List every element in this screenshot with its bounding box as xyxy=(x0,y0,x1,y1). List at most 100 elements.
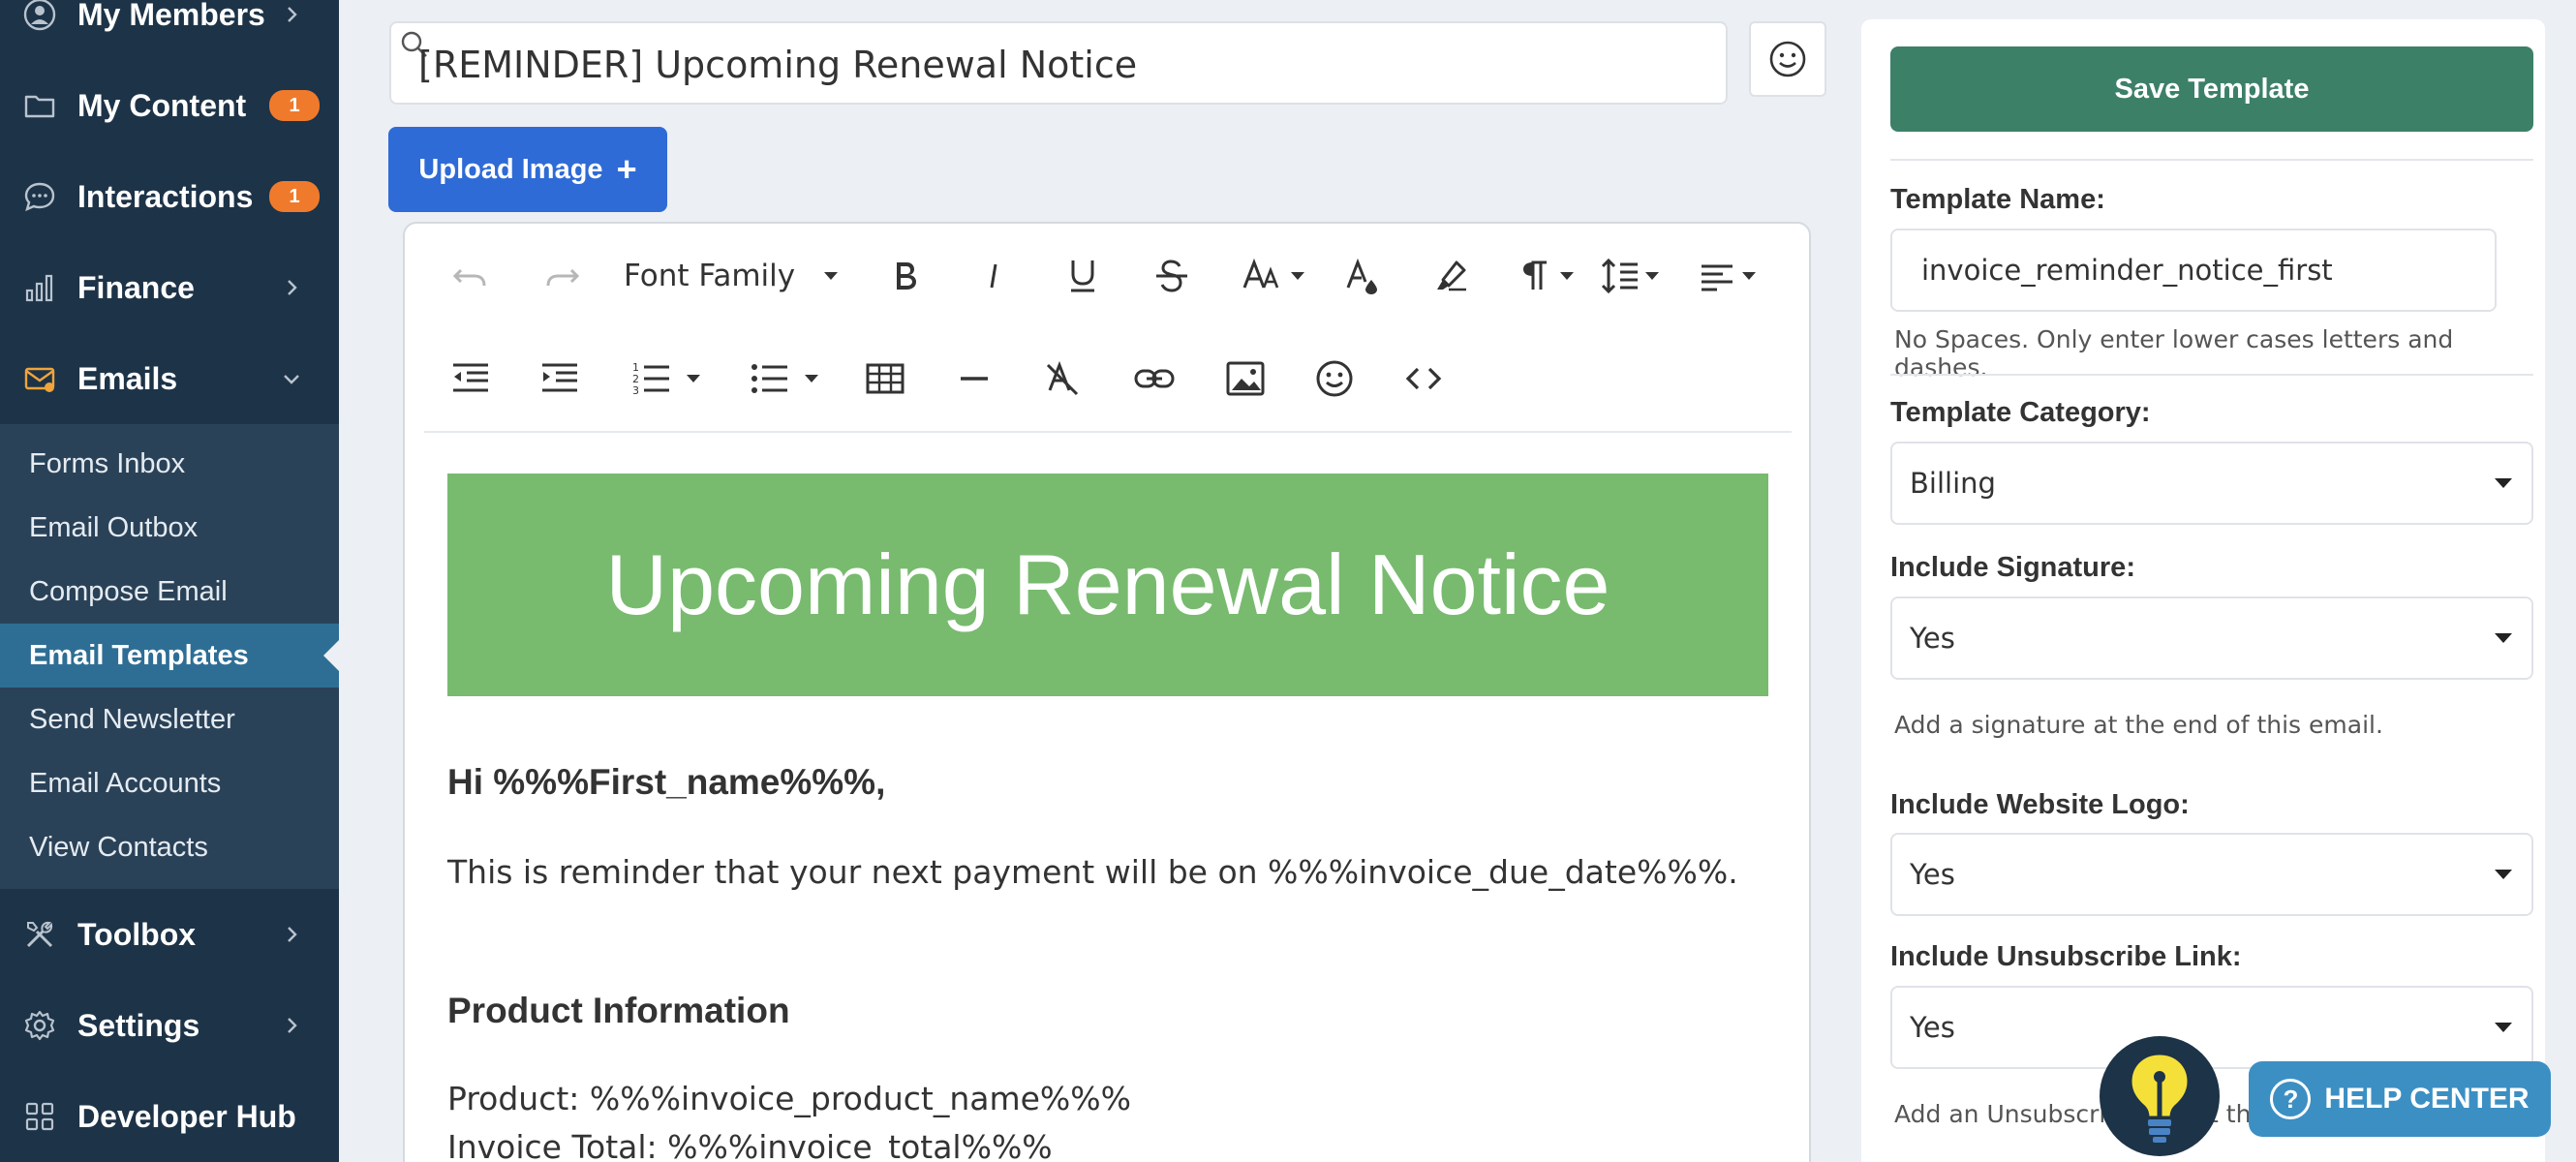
underline-button[interactable] xyxy=(1056,247,1110,305)
ordered-list-dropdown[interactable]: 123 xyxy=(624,350,707,408)
template-name-input[interactable]: invoice_reminder_notice_first xyxy=(1890,229,2497,312)
help-center-button[interactable]: ? HELP CENTER xyxy=(2249,1061,2551,1137)
indent-button[interactable] xyxy=(533,350,587,408)
nav-finance[interactable]: Finance xyxy=(0,242,339,333)
chevron-right-icon xyxy=(288,7,297,22)
template-category-select[interactable]: Billing xyxy=(1890,442,2533,525)
nav-toolbox[interactable]: Toolbox xyxy=(0,889,339,980)
gear-icon xyxy=(23,1009,56,1042)
clear-format-icon xyxy=(1046,360,1079,396)
bold-button[interactable] xyxy=(877,247,932,305)
template-settings-panel: Save Template Template Name: invoice_rem… xyxy=(1861,19,2545,1162)
table-button[interactable] xyxy=(858,350,912,408)
subject-input[interactable] xyxy=(418,37,1697,93)
select-value: Yes xyxy=(1910,1011,1955,1044)
include-signature-select[interactable]: Yes xyxy=(1890,596,2533,680)
underline-icon xyxy=(1071,260,1094,292)
caret-down-icon xyxy=(2495,633,2512,643)
code-view-button[interactable] xyxy=(1396,350,1451,408)
email-section-title: Product Information xyxy=(447,991,790,1030)
nav-my-content[interactable]: My Content 1 xyxy=(0,60,339,151)
table-icon xyxy=(866,363,905,394)
submenu-forms-inbox[interactable]: Forms Inbox xyxy=(0,432,339,496)
help-center-label: HELP CENTER xyxy=(2324,1083,2530,1115)
highlighter-icon xyxy=(1437,260,1466,291)
strikethrough-icon xyxy=(1156,260,1187,292)
email-banner: Upcoming Renewal Notice xyxy=(447,474,1768,696)
nav-settings[interactable]: Settings xyxy=(0,980,339,1071)
nav-label: Emails xyxy=(77,360,178,396)
bar-chart-icon xyxy=(23,271,56,304)
caret-down-icon xyxy=(805,375,818,382)
strikethrough-button[interactable] xyxy=(1145,247,1199,305)
user-icon xyxy=(23,0,56,31)
undo-icon xyxy=(452,268,486,287)
nav-emails[interactable]: Emails xyxy=(0,333,339,424)
subject-emoji-button[interactable] xyxy=(1749,21,1826,97)
submenu-compose-email[interactable]: Compose Email xyxy=(0,560,339,624)
redo-button[interactable] xyxy=(535,247,589,305)
email-icon xyxy=(23,362,56,395)
include-logo-select[interactable]: Yes xyxy=(1890,833,2533,916)
chevron-right-icon xyxy=(288,927,297,942)
image-icon xyxy=(1226,361,1265,396)
save-template-button[interactable]: Save Template xyxy=(1890,46,2533,132)
link-button[interactable] xyxy=(1127,350,1181,408)
lightbulb-icon xyxy=(2129,1052,2191,1143)
include-unsubscribe-select[interactable]: Yes xyxy=(1890,986,2533,1069)
sidebar: My Members My Content 1 Interactions 1 F… xyxy=(0,0,339,1162)
smiley-icon xyxy=(1769,41,1806,77)
horizontal-rule-button[interactable] xyxy=(947,350,1001,408)
email-body-text: This is reminder that your next payment … xyxy=(447,853,1738,891)
italic-icon xyxy=(990,263,997,289)
insert-image-button[interactable] xyxy=(1218,350,1273,408)
chevron-right-icon xyxy=(288,280,297,295)
insert-emoji-button[interactable] xyxy=(1307,350,1362,408)
chevron-down-icon xyxy=(284,375,299,384)
undo-button[interactable] xyxy=(444,247,498,305)
submenu-send-newsletter[interactable]: Send Newsletter xyxy=(0,688,339,751)
email-editor: Font Family 1 2 3 Upcoming Renewal Notic… xyxy=(403,222,1811,1162)
email-submenu: Forms Inbox Email Outbox Compose Email E… xyxy=(0,424,339,889)
caret-down-icon xyxy=(824,272,839,280)
italic-button[interactable] xyxy=(966,247,1021,305)
font-size-dropdown[interactable] xyxy=(1234,247,1307,305)
caret-down-icon xyxy=(1742,272,1756,280)
select-value: Yes xyxy=(1910,858,1955,891)
divider xyxy=(1890,159,2533,161)
font-family-dropdown[interactable]: Font Family xyxy=(624,247,852,305)
nav-interactions[interactable]: Interactions 1 xyxy=(0,151,339,242)
nav-my-members[interactable]: My Members xyxy=(0,0,339,60)
submenu-email-templates[interactable]: Email Templates xyxy=(0,624,339,688)
paragraph-dropdown[interactable] xyxy=(1513,247,1575,305)
outdent-icon xyxy=(453,363,488,392)
plus-icon: + xyxy=(616,149,637,189)
line-height-dropdown[interactable] xyxy=(1592,247,1666,305)
align-dropdown[interactable] xyxy=(1689,247,1763,305)
text-color-button[interactable] xyxy=(1334,247,1389,305)
indent-icon xyxy=(542,363,577,392)
nav-label: Settings xyxy=(77,1007,200,1043)
nav-label: Finance xyxy=(77,269,195,305)
nav-label: My Members xyxy=(77,0,265,32)
redo-icon xyxy=(546,268,580,287)
svg-text:3: 3 xyxy=(632,384,639,397)
submenu-view-contacts[interactable]: View Contacts xyxy=(0,815,339,879)
align-left-icon xyxy=(1702,264,1733,291)
chat-icon xyxy=(23,180,56,213)
submenu-email-outbox[interactable]: Email Outbox xyxy=(0,496,339,560)
outdent-button[interactable] xyxy=(444,350,498,408)
upload-image-button[interactable]: Upload Image + xyxy=(388,127,667,212)
nav-label: My Content xyxy=(77,87,247,123)
highlight-button[interactable] xyxy=(1424,247,1478,305)
unordered-list-dropdown[interactable] xyxy=(742,350,825,408)
nav-developer-hub[interactable]: Developer Hub xyxy=(0,1071,339,1162)
subject-field[interactable] xyxy=(389,21,1728,105)
code-icon xyxy=(1405,367,1442,390)
idea-bulb-button[interactable] xyxy=(2100,1036,2220,1156)
text-color-icon xyxy=(1346,258,1377,294)
clear-format-button[interactable] xyxy=(1036,350,1090,408)
count-badge: 1 xyxy=(269,90,320,121)
line-height-icon xyxy=(1601,258,1638,294)
submenu-email-accounts[interactable]: Email Accounts xyxy=(0,751,339,815)
